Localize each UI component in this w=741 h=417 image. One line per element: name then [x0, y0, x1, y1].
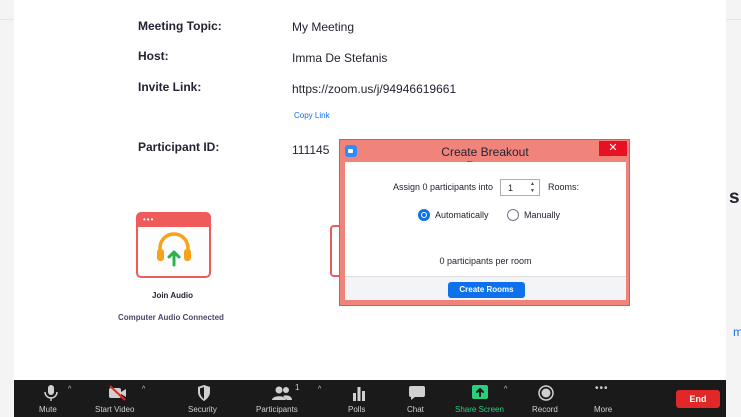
more-label: More	[594, 405, 613, 414]
stepper-down-icon[interactable]: ▼	[530, 188, 535, 194]
clipped-heading-fragment: s	[729, 187, 740, 208]
tile-title-bar: •••	[138, 214, 209, 227]
dialog-body: Assign 0 participants into 1 ▲ ▼ Rooms: …	[345, 162, 626, 276]
start-video-label: Start Video	[95, 405, 135, 414]
assign-participants-text: Assign 0 participants into	[393, 182, 494, 192]
invite-link-value: https://zoom.us/j/94946619661	[292, 82, 457, 96]
manually-radio[interactable]	[507, 209, 519, 221]
participants-button[interactable]: 1 ^ Participants	[252, 380, 332, 417]
create-rooms-button[interactable]: Create Rooms	[448, 282, 525, 298]
participant-id-value: 111145	[292, 143, 330, 157]
share-screen-button[interactable]: ^ Share Screen	[452, 380, 522, 417]
chevron-up-icon[interactable]: ^	[68, 386, 71, 393]
participants-icon	[272, 386, 292, 400]
meeting-topic-value: My Meeting	[292, 20, 355, 34]
video-off-icon	[109, 385, 126, 401]
participants-per-room-text: 0 participants per room	[439, 256, 532, 266]
meeting-topic-label: Meeting Topic:	[138, 19, 222, 33]
automatically-label[interactable]: Automatically	[435, 210, 489, 220]
more-dots-icon: •••	[595, 383, 609, 394]
dialog-footer: Create Rooms	[345, 276, 626, 300]
toolbar-left-margin	[0, 380, 14, 417]
polls-icon	[353, 387, 365, 401]
security-label: Security	[188, 405, 217, 414]
chat-label: Chat	[407, 405, 424, 414]
record-icon	[538, 385, 554, 401]
join-audio-tile[interactable]: •••	[136, 212, 211, 278]
host-label: Host:	[138, 49, 169, 63]
audio-status-text: Computer Audio Connected	[118, 313, 224, 322]
join-audio-label: Join Audio	[152, 291, 194, 300]
rooms-label: Rooms:	[548, 182, 580, 192]
close-button[interactable]: ✕	[599, 141, 627, 156]
copy-link-button[interactable]: Copy Link	[294, 111, 330, 120]
polls-label: Polls	[348, 405, 366, 414]
polls-button[interactable]: Polls	[342, 380, 378, 417]
create-breakout-rooms-dialog: Create Breakout Rooms ✕ Assign 0 partici…	[339, 139, 630, 306]
end-meeting-button[interactable]: End	[676, 390, 720, 408]
mute-button[interactable]: ^ Mute	[36, 380, 82, 417]
zoom-app-icon	[345, 145, 357, 157]
share-screen-label: Share Screen	[455, 405, 504, 414]
tile-dots-icon: •••	[143, 215, 155, 224]
more-button[interactable]: ••• More	[586, 380, 622, 417]
participant-id-label: Participant ID:	[138, 140, 220, 154]
left-margin	[0, 0, 14, 380]
rooms-count-stepper[interactable]: 1 ▲ ▼	[500, 179, 540, 196]
microphone-icon	[44, 385, 58, 401]
meeting-toolbar: ^ Mute ^ Start Video Security 1 ^ Partic…	[14, 380, 726, 417]
automatically-radio[interactable]	[418, 209, 430, 221]
chat-button[interactable]: Chat	[400, 380, 432, 417]
invite-link-label: Invite Link:	[138, 80, 202, 94]
manually-label[interactable]: Manually	[524, 210, 560, 220]
chat-icon	[409, 386, 425, 400]
participants-count: 1	[295, 383, 300, 392]
toolbar-right-margin	[726, 380, 741, 417]
rooms-count-value[interactable]: 1	[508, 183, 513, 193]
mute-label: Mute	[39, 405, 57, 414]
host-value: Imma De Stefanis	[292, 51, 388, 65]
stepper-up-icon[interactable]: ▲	[530, 181, 535, 187]
left-margin-divider	[0, 19, 14, 20]
right-margin-divider	[726, 19, 741, 20]
shield-icon	[198, 385, 210, 401]
participants-label: Participants	[256, 405, 298, 414]
security-button[interactable]: Security	[182, 380, 226, 417]
record-label: Record	[532, 405, 558, 414]
chevron-up-icon[interactable]: ^	[318, 386, 321, 393]
record-button[interactable]: Record	[526, 380, 566, 417]
share-screen-icon	[472, 385, 488, 399]
clipped-link-fragment[interactable]: m	[733, 325, 741, 339]
start-video-button[interactable]: ^ Start Video	[94, 380, 158, 417]
headphones-arrow-icon	[157, 232, 191, 267]
chevron-up-icon[interactable]: ^	[504, 386, 507, 393]
dialog-title-bar[interactable]: Create Breakout Rooms ✕	[340, 140, 629, 173]
chevron-up-icon[interactable]: ^	[142, 386, 145, 393]
